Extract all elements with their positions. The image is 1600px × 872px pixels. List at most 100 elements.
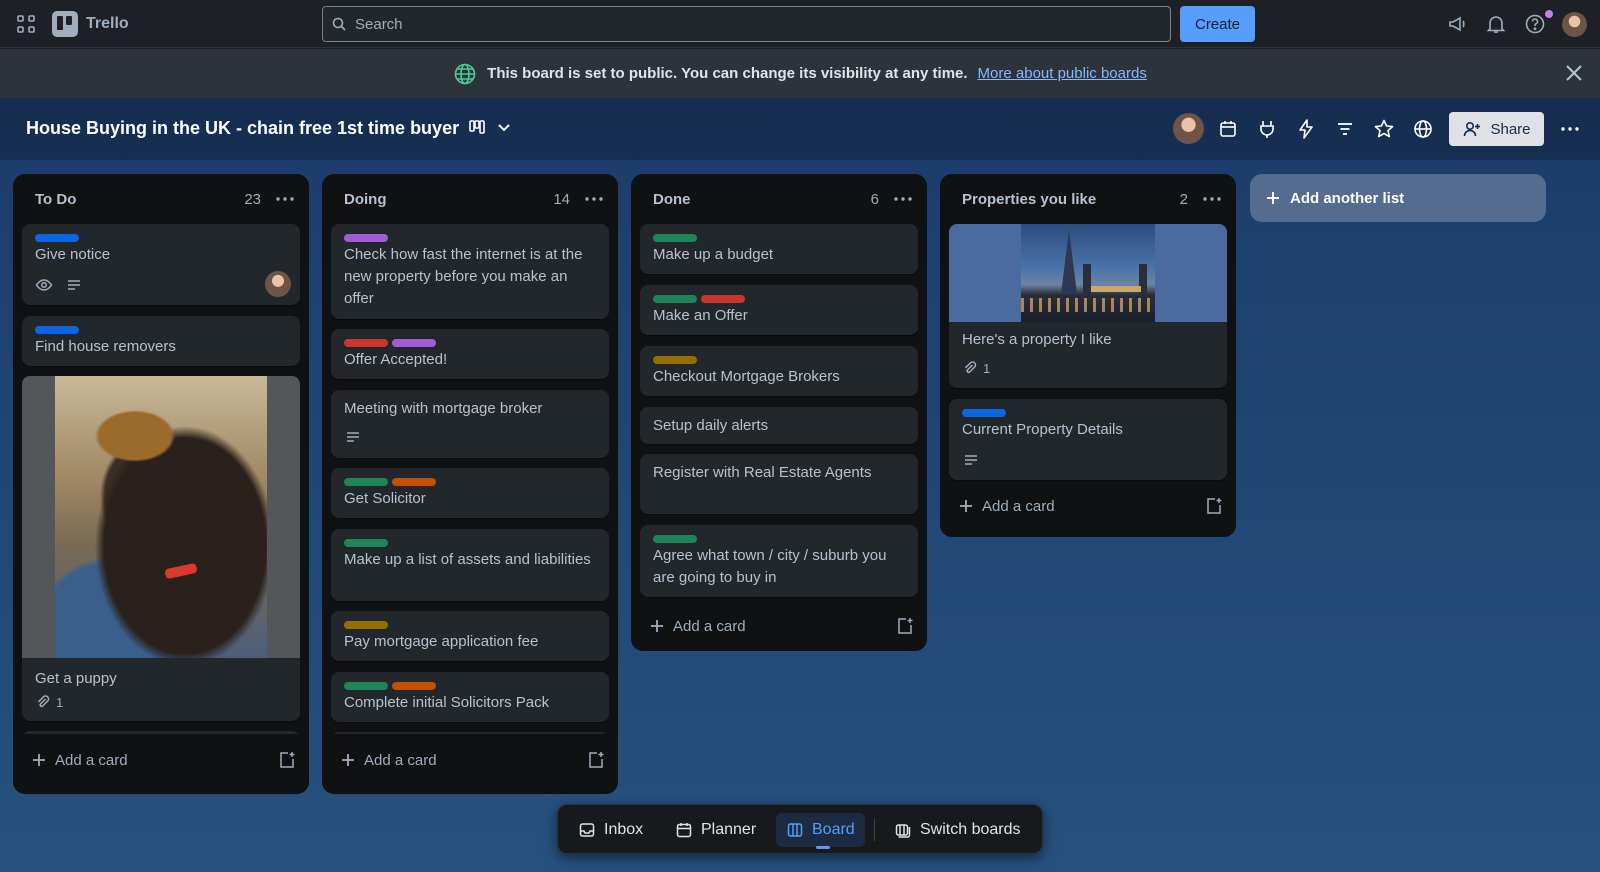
plus-icon bbox=[31, 752, 47, 768]
public-boards-link[interactable]: More about public boards bbox=[978, 65, 1147, 82]
trello-logo-icon bbox=[52, 11, 78, 37]
label-green[interactable] bbox=[344, 682, 388, 690]
planner-button[interactable]: Planner bbox=[665, 813, 766, 847]
card[interactable]: Check how fast the internet is at the ne… bbox=[331, 224, 609, 319]
label-purple[interactable] bbox=[344, 234, 388, 242]
card[interactable]: Get a puppy 1 bbox=[22, 376, 300, 721]
add-card-button[interactable]: Add a card bbox=[340, 752, 437, 769]
add-card-button[interactable]: Add a card bbox=[958, 498, 1055, 515]
card[interactable]: Offer Accepted! bbox=[331, 329, 609, 379]
card-partial[interactable] bbox=[331, 732, 609, 734]
card[interactable]: Make up a list of assets and liabilities bbox=[331, 529, 609, 601]
card[interactable]: Agree what town / city / suburb you are … bbox=[640, 525, 918, 597]
card[interactable]: Meeting with mortgage broker bbox=[331, 390, 609, 458]
card-template-icon[interactable] bbox=[1204, 496, 1224, 516]
search-box[interactable] bbox=[322, 6, 1171, 42]
card-template-icon[interactable] bbox=[895, 616, 915, 636]
card-count: 6 bbox=[870, 191, 879, 208]
card-template-icon[interactable] bbox=[586, 750, 606, 770]
card-template-icon[interactable] bbox=[277, 750, 297, 770]
notifications-bell-icon[interactable] bbox=[1484, 12, 1508, 36]
chevron-down-icon bbox=[495, 118, 513, 136]
add-card-row: Add a card bbox=[340, 744, 606, 776]
add-card-row: Add a card bbox=[31, 744, 297, 776]
label-orange[interactable] bbox=[392, 682, 436, 690]
board-member-avatar[interactable] bbox=[1173, 113, 1204, 144]
add-list-label: Add another list bbox=[1290, 189, 1405, 207]
list-title[interactable]: Doing bbox=[344, 191, 387, 208]
globe-icon bbox=[453, 62, 477, 86]
card-member-avatar[interactable] bbox=[265, 271, 291, 297]
card[interactable]: Make an Offer bbox=[640, 285, 918, 335]
divider bbox=[874, 819, 875, 841]
board-view-switcher[interactable] bbox=[467, 117, 513, 137]
label-yellow[interactable] bbox=[653, 356, 697, 364]
help-icon[interactable] bbox=[1523, 12, 1547, 36]
card[interactable]: Find house removers bbox=[22, 316, 300, 366]
automation-lightning-icon[interactable] bbox=[1294, 117, 1318, 141]
label-green[interactable] bbox=[653, 535, 697, 543]
label-green[interactable] bbox=[653, 295, 697, 303]
list-menu-icon[interactable] bbox=[273, 187, 297, 211]
card[interactable]: Get Solicitor bbox=[331, 468, 609, 518]
switch-boards-button[interactable]: Switch boards bbox=[884, 813, 1031, 847]
board-title[interactable]: House Buying in the UK - chain free 1st … bbox=[26, 118, 459, 139]
card-title: Get Solicitor bbox=[344, 490, 426, 507]
label-yellow[interactable] bbox=[344, 621, 388, 629]
add-another-list-button[interactable]: Add another list bbox=[1250, 174, 1546, 222]
share-button[interactable]: Share bbox=[1449, 112, 1544, 146]
label-red[interactable] bbox=[701, 295, 745, 303]
power-ups-icon[interactable] bbox=[1255, 117, 1279, 141]
list-doing: Doing 14 Check how fast the internet is … bbox=[322, 174, 618, 794]
list-title[interactable]: Properties you like bbox=[962, 191, 1096, 208]
label-blue[interactable] bbox=[35, 326, 79, 334]
card-badges bbox=[344, 428, 362, 446]
close-icon[interactable] bbox=[1562, 61, 1586, 85]
create-button[interactable]: Create bbox=[1180, 6, 1255, 42]
label-purple[interactable] bbox=[392, 339, 436, 347]
megaphone-icon[interactable] bbox=[1446, 12, 1470, 36]
card[interactable]: Here's a property I like 1 bbox=[949, 224, 1227, 388]
label-blue[interactable] bbox=[962, 409, 1006, 417]
card[interactable]: Make up a budget bbox=[640, 224, 918, 274]
add-card-button[interactable]: Add a card bbox=[31, 752, 128, 769]
board-button[interactable]: Board bbox=[776, 813, 865, 847]
board-menu-icon[interactable] bbox=[1558, 117, 1582, 141]
visibility-globe-icon[interactable] bbox=[1411, 117, 1435, 141]
trello-logo[interactable]: Trello bbox=[52, 11, 129, 37]
label-green[interactable] bbox=[653, 234, 697, 242]
list-menu-icon[interactable] bbox=[891, 187, 915, 211]
list-header: Done 6 bbox=[631, 174, 927, 224]
inbox-button[interactable]: Inbox bbox=[568, 813, 653, 847]
label-green[interactable] bbox=[344, 478, 388, 486]
calendar-icon[interactable] bbox=[1216, 117, 1240, 141]
star-icon[interactable] bbox=[1372, 117, 1396, 141]
label-red[interactable] bbox=[344, 339, 388, 347]
add-card-row: Add a card bbox=[958, 490, 1224, 522]
card-badges bbox=[962, 451, 980, 469]
app-switcher-icon[interactable] bbox=[14, 12, 38, 36]
description-icon bbox=[344, 428, 362, 446]
inbox-icon bbox=[578, 821, 596, 839]
list-menu-icon[interactable] bbox=[1200, 187, 1224, 211]
bottom-navigation: Inbox Planner Board Switch boards bbox=[557, 804, 1043, 854]
label-orange[interactable] bbox=[392, 478, 436, 486]
card[interactable]: Checkout Mortgage Brokers bbox=[640, 346, 918, 396]
list-menu-icon[interactable] bbox=[582, 187, 606, 211]
card[interactable]: Pay mortgage application fee bbox=[331, 611, 609, 661]
card[interactable]: Complete initial Solicitors Pack bbox=[331, 672, 609, 722]
card[interactable]: Give notice bbox=[22, 224, 300, 305]
filter-icon[interactable] bbox=[1333, 117, 1357, 141]
label-green[interactable] bbox=[344, 539, 388, 547]
search-input[interactable] bbox=[355, 15, 1170, 33]
label-blue[interactable] bbox=[35, 234, 79, 242]
user-avatar[interactable] bbox=[1562, 12, 1587, 37]
card[interactable]: Current Property Details bbox=[949, 399, 1227, 480]
card-partial[interactable] bbox=[22, 731, 300, 734]
add-card-button[interactable]: Add a card bbox=[649, 618, 746, 635]
description-icon bbox=[962, 451, 980, 469]
list-title[interactable]: Done bbox=[653, 191, 691, 208]
list-title[interactable]: To Do bbox=[35, 191, 76, 208]
card[interactable]: Register with Real Estate Agents bbox=[640, 454, 918, 514]
card[interactable]: Setup daily alerts bbox=[640, 407, 918, 444]
